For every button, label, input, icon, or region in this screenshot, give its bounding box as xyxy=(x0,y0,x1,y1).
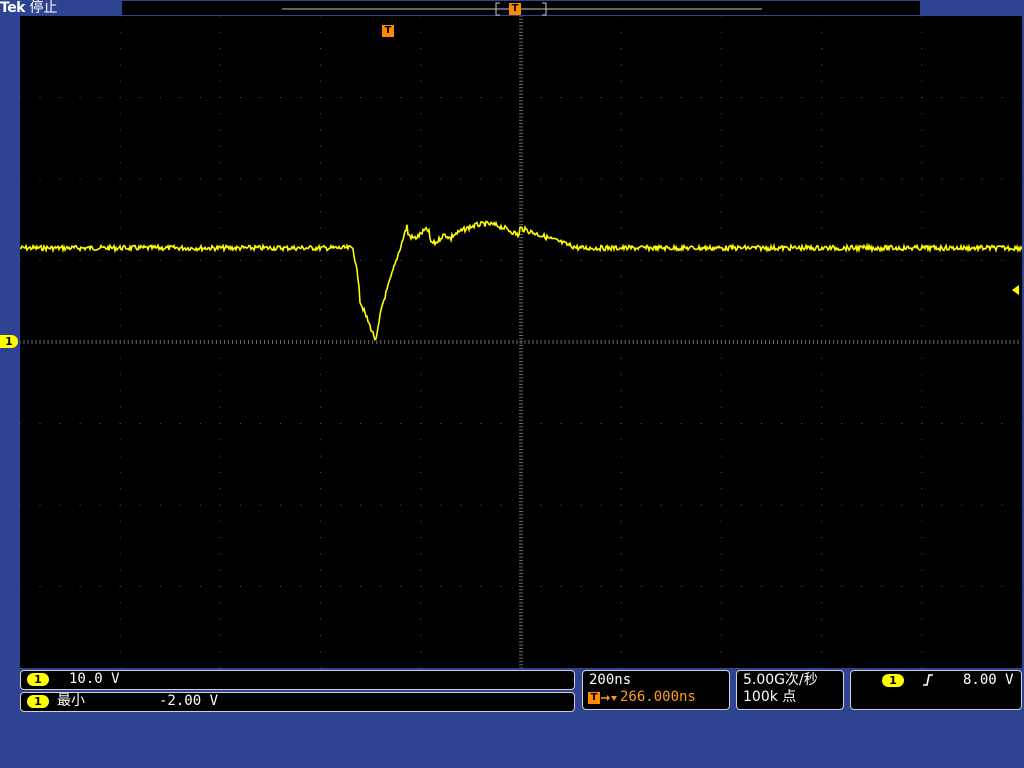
trigger-level: 8.00 V xyxy=(963,672,1014,688)
trigger-position: 266.000ns xyxy=(620,689,696,705)
channel1-ground-marker[interactable]: 1 xyxy=(0,335,18,348)
rising-edge-icon xyxy=(923,674,933,686)
sample-rate: 5.00G次/秒 xyxy=(743,672,818,688)
record-view-bar[interactable]: T xyxy=(122,1,920,16)
trigger-source-badge: 1 xyxy=(882,674,904,687)
acquisition-box[interactable]: 5.00G次/秒 100k 点 xyxy=(736,670,844,710)
measurement-channel-badge: 1 xyxy=(27,695,49,708)
waveform-display[interactable] xyxy=(20,16,1022,668)
trigger-box[interactable]: 1 8.00 V xyxy=(850,670,1022,710)
channel1-badge: 1 xyxy=(27,673,49,686)
trigger-position-icon[interactable]: T xyxy=(382,25,394,37)
graticule xyxy=(20,16,1022,668)
trigger-offset-icon: T xyxy=(588,692,600,704)
horizontal-scale: 200ns xyxy=(589,672,632,688)
record-view-graphic xyxy=(282,2,762,16)
measurement-value: -2.00 V xyxy=(159,693,219,709)
timebase-box[interactable]: 200ns T 266.000ns xyxy=(582,670,730,710)
measurement-label: 最小 xyxy=(57,693,85,709)
scope-status-header: Tek 停止 xyxy=(0,0,57,16)
trigger-level-icon[interactable] xyxy=(1012,284,1022,296)
delay-arrow-icon xyxy=(601,695,617,701)
channel1-min-measurement[interactable]: 1 最小 -2.00 V xyxy=(20,692,575,712)
graticule-center-axes xyxy=(20,16,1019,668)
channel1-scale: 10.0 V xyxy=(69,671,120,687)
record-trigger-icon: T xyxy=(509,3,521,15)
acquisition-status: 停止 xyxy=(29,0,58,16)
brand-logo: Tek xyxy=(0,0,26,16)
record-length: 100k 点 xyxy=(743,689,797,705)
channel1-scale-box[interactable]: 1 10.0 V xyxy=(20,670,575,690)
